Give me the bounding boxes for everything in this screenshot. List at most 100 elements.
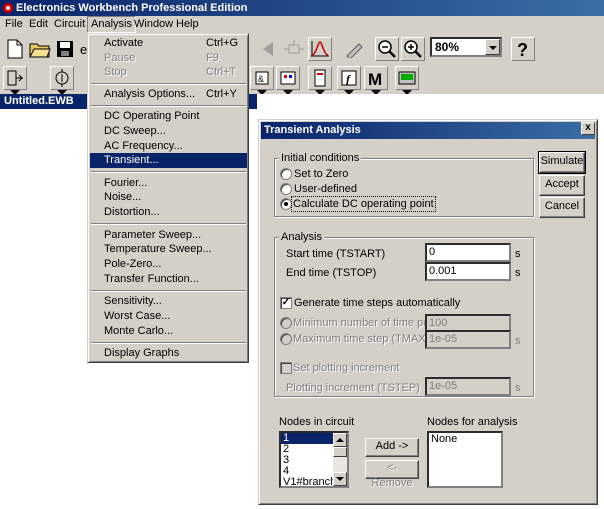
menu-separator [91, 83, 246, 85]
menu-item-temperature-sweep[interactable]: Temperature Sweep... [90, 242, 247, 257]
zoom-in-icon[interactable] [401, 37, 425, 61]
radio-calc-dc-op-label[interactable]: Calculate DC operating point [291, 196, 436, 212]
scroll-thumb[interactable] [333, 447, 347, 457]
menu-item-noise[interactable]: Noise... [90, 190, 247, 205]
menu-item-pole-zero[interactable]: Pole-Zero... [90, 257, 247, 272]
analysis-menu: Activate Ctrl+G Pause F9 Stop Ctrl+T Analys… [87, 33, 249, 363]
svg-text:M: M [368, 70, 382, 87]
scroll-up-icon[interactable] [333, 433, 347, 447]
cancel-button[interactable]: Cancel [539, 197, 585, 218]
zoom-level-value: 80% [435, 40, 460, 54]
radio-user-defined[interactable] [280, 183, 292, 195]
simulate-button[interactable]: Simulate [538, 151, 586, 174]
instruments-icon[interactable] [395, 66, 419, 95]
nodes-scrollbar[interactable] [333, 433, 347, 486]
menu-item-fourier[interactable]: Fourier... [90, 176, 247, 191]
tstop-input[interactable]: 0.001 [425, 262, 511, 281]
menu-item-ac-frequency[interactable]: AC Frequency... [90, 139, 247, 154]
nodes-for-analysis-list[interactable]: None [427, 431, 503, 488]
menu-analysis[interactable]: Analysis [87, 16, 136, 33]
function-icon[interactable]: f [337, 66, 361, 95]
menu-item-sensitivity[interactable]: Sensitivity... [90, 294, 247, 309]
zoom-level-select[interactable]: 80% [430, 37, 502, 57]
menu-edit[interactable]: Edit [26, 16, 51, 33]
menu-item-display-graphs[interactable]: Display Graphs [90, 346, 247, 361]
menu-window[interactable]: Window [131, 16, 176, 33]
tstart-input[interactable]: 0 [425, 243, 511, 262]
initial-conditions-legend: Initial conditions [279, 152, 362, 164]
close-icon[interactable]: x [581, 122, 595, 135]
sources-icon[interactable] [50, 66, 74, 95]
chevron-down-icon[interactable] [485, 39, 500, 55]
auto-steps-checkbox[interactable]: ✓ [280, 297, 292, 309]
menu-file[interactable]: File [2, 16, 26, 33]
tstep-input: 1e-05 [425, 377, 511, 396]
app-title: Electronics Workbench Professional Editi… [16, 2, 248, 14]
menu-item-distortion[interactable]: Distortion... [90, 205, 247, 220]
misc-icon[interactable]: M [364, 66, 388, 95]
radio-tmax [280, 333, 292, 345]
menu-item-transfer-function[interactable]: Transfer Function... [90, 272, 247, 287]
menu-separator [91, 290, 246, 292]
menu-item-monte-carlo[interactable]: Monte Carlo... [90, 324, 247, 339]
menu-item-activate[interactable]: Activate Ctrl+G [90, 36, 247, 51]
app-title-bar: Electronics Workbench Professional Editi… [0, 0, 604, 16]
menu-help[interactable]: Help [173, 16, 202, 33]
analysis-legend: Analysis [279, 231, 324, 243]
menu-item-stop: Stop Ctrl+T [104, 66, 237, 78]
list-item[interactable]: None [429, 433, 501, 446]
svg-text:&: & [258, 74, 264, 84]
radio-calc-dc-op[interactable] [280, 198, 292, 210]
menu-item-analysis-options[interactable]: Analysis Options... Ctrl+Y [90, 87, 247, 102]
svg-text:?: ? [517, 40, 528, 58]
set-plot-increment-label: Set plotting increment [293, 362, 400, 374]
radio-min-points [280, 317, 292, 329]
tstop-label: End time (TSTOP) [286, 267, 377, 279]
menu-separator [91, 171, 246, 173]
dialog-title: Transient Analysis [261, 122, 595, 139]
auto-steps-label[interactable]: Generate time steps automatically [294, 296, 460, 310]
menu-item-transient[interactable]: Transient... [90, 153, 247, 168]
nodes-in-circuit-list[interactable]: 1 2 3 4 V1#branch [279, 431, 349, 488]
tstart-label: Start time (TSTART) [286, 248, 386, 260]
set-plot-increment-checkbox [280, 362, 292, 374]
radio-set-to-zero-label[interactable]: Set to Zero [294, 167, 348, 181]
zoom-out-icon[interactable] [375, 37, 399, 61]
nodes-for-analysis-label: Nodes for analysis [427, 416, 518, 428]
open-folder-icon[interactable] [28, 37, 52, 61]
digital-ic-icon[interactable]: & [250, 66, 274, 95]
transient-analysis-dialog: Transient Analysis x Initial conditions … [258, 119, 598, 505]
radio-user-defined-label[interactable]: User-defined [294, 182, 357, 196]
menu-item-pause: Pause F9 [104, 52, 219, 64]
graph-icon[interactable] [308, 37, 332, 61]
menu-item-worst-case[interactable]: Worst Case... [90, 309, 247, 324]
rotate-icon[interactable] [256, 37, 280, 61]
accept-button[interactable]: Accept [539, 175, 585, 196]
save-disk-icon[interactable] [53, 37, 77, 61]
menu-separator [91, 105, 246, 107]
indicators-icon[interactable] [308, 66, 332, 95]
scroll-down-icon[interactable] [333, 472, 347, 486]
min-points-label: Minimum number of time points [293, 317, 447, 329]
new-file-icon[interactable] [3, 37, 27, 61]
menu-separator [91, 342, 246, 344]
component-icon[interactable] [282, 37, 306, 61]
app-logo-icon [3, 3, 13, 13]
menu-circuit[interactable]: Circuit [51, 16, 88, 33]
tstep-label: Plotting increment (TSTEP) [286, 382, 420, 394]
menu-item-parameter-sweep[interactable]: Parameter Sweep... [90, 228, 247, 243]
radio-set-to-zero[interactable] [280, 168, 292, 180]
tmax-label: Maximum time step (TMAX) [293, 333, 430, 345]
logic-chip-icon[interactable] [276, 66, 300, 95]
tmax-unit: s [515, 335, 521, 347]
add-node-button[interactable]: Add -> [365, 438, 419, 457]
menu-item-dc-operating-point[interactable]: DC Operating Point [90, 109, 247, 124]
help-question-icon[interactable]: ? [511, 37, 535, 61]
tstart-unit: s [515, 248, 521, 260]
menu-item-dc-sweep[interactable]: DC Sweep... [90, 124, 247, 139]
tmax-input: 1e-05 [425, 330, 511, 349]
menu-bar: File Edit Circuit Analysis Window Help [0, 16, 604, 33]
probe-pen-icon[interactable] [342, 37, 366, 61]
parts-bin-icon[interactable] [3, 66, 27, 95]
tstop-unit: s [515, 267, 521, 279]
